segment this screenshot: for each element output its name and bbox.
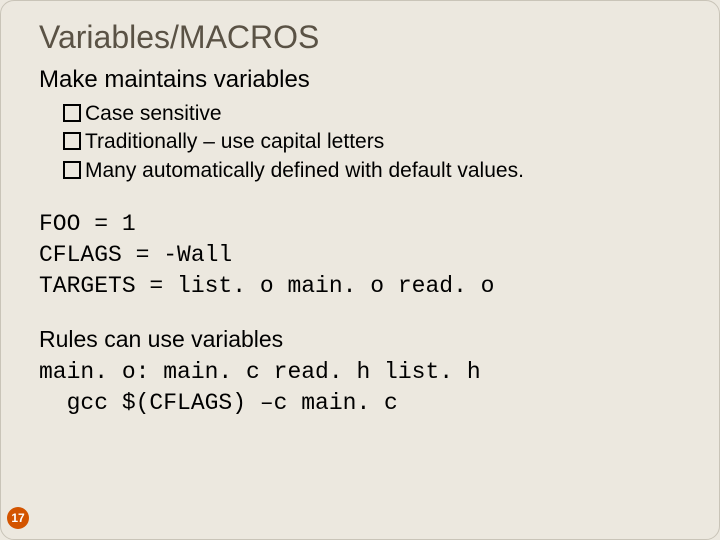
code-block-1: FOO = 1 CFLAGS = -Wall TARGETS = list. o… (39, 209, 691, 302)
slide: Variables/MACROS Make maintains variable… (0, 0, 720, 540)
code-line: main. o: main. c read. h list. h (39, 359, 481, 385)
bullet-text: Many automatically defined with default … (85, 157, 524, 185)
rules-text: Rules can use variables (39, 326, 691, 353)
bullet-item: Many automatically defined with default … (63, 157, 691, 185)
slide-title: Variables/MACROS (39, 19, 691, 56)
square-bullet-icon (63, 132, 81, 150)
bullet-text: Case sensitive (85, 100, 222, 128)
code-block-2: main. o: main. c read. h list. h gcc $(C… (39, 357, 691, 419)
code-line: FOO = 1 (39, 211, 136, 237)
code-line: gcc $(CFLAGS) –c main. c (39, 390, 398, 416)
bullet-item: Traditionally – use capital letters (63, 128, 691, 156)
page-number-badge: 17 (7, 507, 29, 529)
code-line: TARGETS = list. o main. o read. o (39, 273, 494, 299)
code-line: CFLAGS = -Wall (39, 242, 232, 268)
slide-subtitle: Make maintains variables (39, 66, 691, 94)
bullet-text: Traditionally – use capital letters (85, 128, 384, 156)
square-bullet-icon (63, 104, 81, 122)
bullet-item: Case sensitive (63, 100, 691, 128)
square-bullet-icon (63, 161, 81, 179)
bullet-list: Case sensitive Traditionally – use capit… (63, 100, 691, 185)
